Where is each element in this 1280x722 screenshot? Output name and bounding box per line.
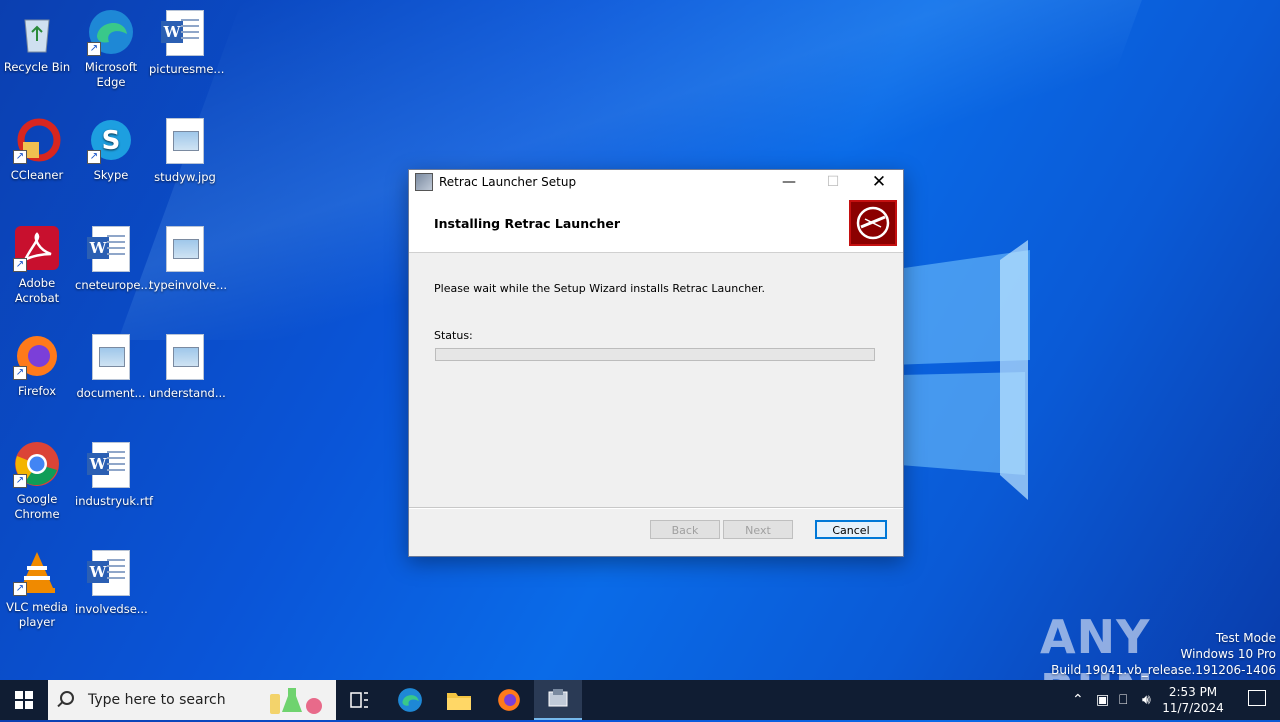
shortcut-arrow-icon: ↗: [13, 366, 27, 380]
word-document-icon: W: [87, 442, 130, 488]
desktop-icon-firefox[interactable]: ↗ Firefox: [1, 332, 73, 399]
search-icon: [60, 691, 74, 705]
desktop-icon-label: involvedse...: [75, 602, 148, 616]
test-mode-watermark: Test Mode Windows 10 Pro Build 19041.vb_…: [1051, 630, 1276, 678]
clock-date: 11/7/2024: [1162, 701, 1224, 715]
firefox-icon: [498, 689, 520, 711]
image-file-icon: [166, 118, 204, 164]
desktop-icon-vlc[interactable]: ↗ VLC media player: [1, 548, 73, 630]
desktop-icon-google-chrome[interactable]: ↗ Google Chrome: [1, 440, 73, 522]
desktop-icon-understand[interactable]: understand...: [149, 332, 226, 401]
divider: [409, 507, 903, 509]
dialog-titlebar[interactable]: Retrac Launcher Setup — ☐ ✕: [409, 170, 903, 194]
desktop-icon-label: typeinvolve...: [149, 278, 228, 292]
taskbar-file-explorer[interactable]: [435, 680, 483, 720]
desktop-icon-label: CCleaner: [10, 168, 64, 182]
taskbar-setup-installer[interactable]: [534, 680, 582, 720]
desktop-icon-label: document...: [76, 386, 146, 400]
desktop-icon-involvedse[interactable]: W involvedse...: [75, 548, 148, 617]
watermark-line: Build 19041.vb_release.191206-1406: [1051, 663, 1276, 677]
next-button[interactable]: Next: [723, 520, 793, 539]
shortcut-arrow-icon: ↗: [13, 582, 27, 596]
windows-start-icon: [15, 691, 33, 709]
word-document-icon: W: [87, 226, 130, 272]
desktop-icon-label: industryuk.rtf: [75, 494, 153, 508]
recycle-bin-icon: [24, 19, 50, 53]
install-progress-bar: [435, 348, 875, 361]
shortcut-arrow-icon: ↗: [87, 150, 101, 164]
desktop-icon-label: Firefox: [17, 384, 57, 398]
dialog-description: Please wait while the Setup Wizard insta…: [434, 282, 766, 295]
task-view-icon: [350, 692, 368, 708]
desktop-icon-skype[interactable]: S ↗ Skype: [75, 116, 147, 183]
desktop-icon-industryuk[interactable]: W industryuk.rtf: [75, 440, 153, 509]
word-document-icon: W: [87, 550, 130, 596]
word-document-icon: W: [161, 10, 204, 56]
network-icon[interactable]: ⎕: [1119, 692, 1127, 708]
maximize-button[interactable]: ☐: [810, 170, 856, 194]
shortcut-arrow-icon: ↗: [13, 150, 27, 164]
desktop-icon-label: Skype: [93, 168, 129, 182]
desktop-icon-label: understand...: [149, 386, 226, 400]
windows-logo-wallpaper: [890, 240, 1030, 500]
desktop-icon-adobe-acrobat[interactable]: ↗ Adobe Acrobat: [1, 224, 73, 306]
desktop-icon-ccleaner[interactable]: ↗ CCleaner: [1, 116, 73, 183]
image-file-icon: [166, 334, 204, 380]
taskbar-firefox[interactable]: [485, 680, 533, 720]
desktop-icon-label: studyw.jpg: [154, 170, 216, 184]
desktop-icon-label: Adobe Acrobat: [14, 276, 60, 305]
start-button[interactable]: [0, 680, 48, 720]
dialog-heading: Installing Retrac Launcher: [434, 216, 621, 231]
desktop-icon-recycle-bin[interactable]: Recycle Bin: [1, 8, 73, 75]
volume-icon[interactable]: 🔊︎: [1142, 692, 1151, 708]
desktop-icon-label: Recycle Bin: [3, 60, 71, 74]
close-button[interactable]: ✕: [856, 170, 902, 194]
show-hidden-icons-chevron-icon[interactable]: ⌃: [1072, 692, 1084, 708]
desktop-icon-label: VLC media player: [6, 600, 68, 629]
desktop-icon-typeinvolve[interactable]: typeinvolve...: [149, 224, 228, 293]
search-placeholder: Type here to search: [88, 692, 226, 708]
setup-dialog: Retrac Launcher Setup — ☐ ✕ Installing R…: [408, 169, 904, 557]
back-button[interactable]: Back: [650, 520, 720, 539]
desktop-icon-label: cneteurope...: [75, 278, 152, 292]
svg-text:S: S: [102, 126, 121, 156]
desktop-icon-cneteurope[interactable]: W cneteurope...: [75, 224, 152, 293]
desktop-icon-picturesme[interactable]: W picturesme...: [149, 8, 225, 77]
dialog-title: Retrac Launcher Setup: [439, 175, 577, 189]
image-file-icon: [166, 226, 204, 272]
image-file-icon: [92, 334, 130, 380]
desktop-icon-studyw[interactable]: studyw.jpg: [149, 116, 221, 185]
shortcut-arrow-icon: ↗: [13, 258, 27, 272]
folder-icon: [447, 693, 471, 710]
taskbar-search-box[interactable]: Type here to search: [48, 680, 336, 720]
desktop-icon-label: Google Chrome: [14, 492, 60, 521]
installer-icon: [415, 173, 433, 191]
retrac-logo-icon: [849, 200, 897, 246]
desktop-icon-label: picturesme...: [149, 62, 225, 76]
cancel-button[interactable]: Cancel: [815, 520, 887, 539]
taskbar: Type here to search ⌃ ▣ ⎕ 🔊︎ 2:53 PM 11/…: [0, 680, 1280, 720]
meet-now-icon[interactable]: ▣: [1096, 692, 1109, 708]
clock-time: 2:53 PM: [1168, 685, 1218, 699]
task-view-button[interactable]: [336, 680, 384, 720]
shortcut-arrow-icon: ↗: [87, 42, 101, 56]
taskbar-clock[interactable]: 2:53 PM 11/7/2024: [1158, 684, 1228, 716]
status-label: Status:: [434, 329, 473, 342]
search-highlight-icon: [266, 684, 326, 722]
watermark-line: Test Mode: [1215, 631, 1276, 645]
desktop-icon-label: Microsoft Edge: [84, 60, 138, 89]
dialog-header: Installing Retrac Launcher: [409, 194, 903, 253]
minimize-button[interactable]: —: [766, 170, 812, 194]
desktop-icon-edge[interactable]: ↗ Microsoft Edge: [75, 8, 147, 90]
taskbar-edge[interactable]: [386, 680, 434, 720]
action-center-icon[interactable]: [1248, 690, 1266, 706]
desktop-icon-document[interactable]: document...: [75, 332, 147, 401]
watermark-line: Windows 10 Pro: [1180, 647, 1276, 661]
edge-icon: [398, 688, 422, 712]
installer-icon: [548, 689, 568, 707]
shortcut-arrow-icon: ↗: [13, 474, 27, 488]
